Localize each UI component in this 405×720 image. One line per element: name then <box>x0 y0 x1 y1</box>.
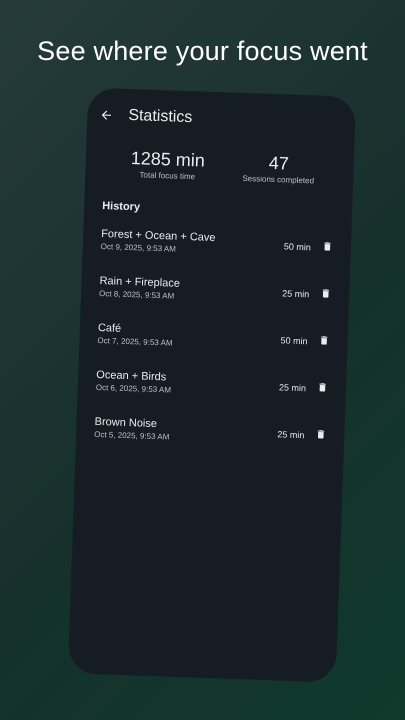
page-title: Statistics <box>128 106 193 127</box>
item-date: Oct 9, 2025, 9:53 AM <box>100 242 177 254</box>
item-duration: 50 min <box>283 241 312 253</box>
history-item[interactable]: Forest + Ocean + Cave Oct 9, 2025, 9:53 … <box>100 228 335 283</box>
item-duration: 25 min <box>277 429 305 441</box>
history-item[interactable]: Brown Noise Oct 5, 2025, 9:53 AM 25 min <box>93 416 328 471</box>
item-duration: 25 min <box>282 288 310 300</box>
promo-headline: See where your focus went <box>37 36 368 66</box>
sessions-value: 47 <box>268 152 290 174</box>
sessions-stat: 47 Sessions completed <box>227 150 330 186</box>
item-name: Brown Noise <box>94 415 158 431</box>
item-date: Oct 7, 2025, 9:53 AM <box>97 335 173 348</box>
item-name: Rain + Fireplace <box>99 275 181 290</box>
item-name: Forest + Ocean + Cave <box>100 228 216 245</box>
history-heading: History <box>101 200 141 214</box>
item-name: Ocean + Birds <box>96 368 167 384</box>
trash-icon[interactable] <box>317 381 328 394</box>
history-item[interactable]: Café Oct 7, 2025, 9:53 AM 50 min <box>96 322 331 377</box>
total-focus-stat: 1285 min Total focus time <box>117 147 218 182</box>
item-duration: 50 min <box>280 335 308 347</box>
item-date: Oct 5, 2025, 9:53 AM <box>94 429 170 442</box>
trash-icon[interactable] <box>320 287 331 300</box>
trash-icon[interactable] <box>315 428 326 441</box>
arrow-back-icon[interactable] <box>99 108 113 122</box>
item-duration: 25 min <box>278 382 307 394</box>
app-bar: Statistics <box>87 101 356 140</box>
trash-icon[interactable] <box>318 334 329 347</box>
total-focus-value: 1285 min <box>130 148 206 171</box>
history-item[interactable]: Ocean + Birds Oct 6, 2025, 9:53 AM 25 mi… <box>95 369 330 424</box>
item-name: Café <box>97 321 122 335</box>
phone-screen: Statistics 1285 min Total focus time 47 … <box>67 87 357 683</box>
trash-icon[interactable] <box>322 240 333 253</box>
item-date: Oct 8, 2025, 9:53 AM <box>98 289 175 301</box>
history-item[interactable]: Rain + Fireplace Oct 8, 2025, 9:53 AM 25… <box>98 275 333 330</box>
history-list: Forest + Ocean + Cave Oct 9, 2025, 9:53 … <box>93 228 335 471</box>
item-date: Oct 6, 2025, 9:53 AM <box>95 382 172 395</box>
